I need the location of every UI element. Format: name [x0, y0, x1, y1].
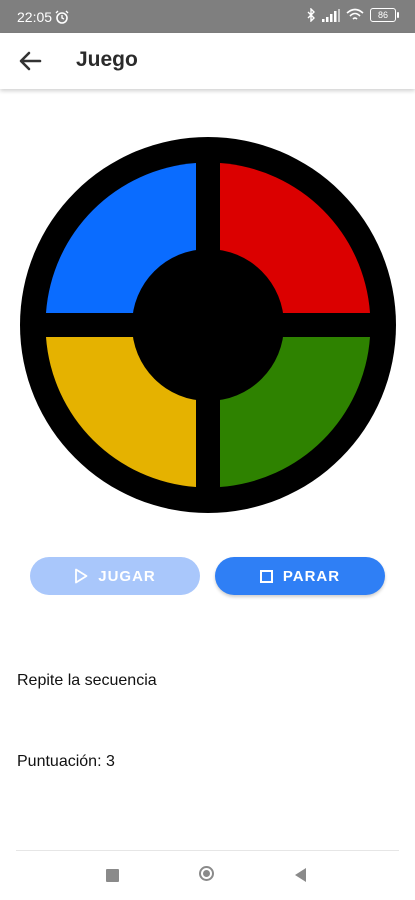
instruction-text: Repite la secuencia — [17, 672, 157, 689]
system-nav-bar — [0, 851, 415, 900]
play-label: JUGAR — [98, 567, 156, 585]
status-icons: 86 — [306, 8, 399, 22]
alarm-icon — [55, 10, 69, 24]
stop-button[interactable]: PARAR — [215, 557, 385, 595]
battery-icon: 86 — [370, 8, 399, 22]
back-arrow-icon[interactable] — [14, 45, 46, 77]
nav-back-icon[interactable] — [295, 868, 306, 882]
page-title: Juego — [76, 48, 138, 71]
stop-icon — [259, 569, 273, 583]
wifi-icon — [346, 8, 364, 20]
board-center — [132, 249, 284, 401]
status-time: 22:05 — [17, 9, 53, 25]
home-icon[interactable] — [199, 866, 214, 881]
recent-apps-icon[interactable] — [106, 869, 119, 882]
simon-board — [20, 137, 396, 513]
play-button[interactable]: JUGAR — [30, 557, 200, 595]
stop-label: PARAR — [282, 567, 341, 585]
battery-level: 86 — [377, 10, 388, 20]
bluetooth-icon — [307, 8, 315, 22]
status-bar: 22:05 86 — [0, 0, 415, 33]
play-icon — [75, 568, 88, 584]
score-text: Puntuación: 3 — [17, 753, 115, 770]
app-bar: Juego — [0, 33, 415, 89]
signal-icon — [322, 8, 340, 22]
